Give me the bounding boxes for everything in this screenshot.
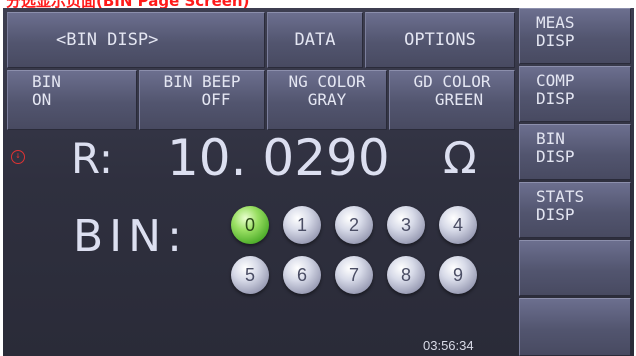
page-title: <BIN DISP> <box>56 30 159 50</box>
sidebar-item-empty-2[interactable] <box>519 298 631 356</box>
trigger-indicator-icon: ↓ <box>11 150 25 164</box>
bin-indicator-2: 2 <box>335 206 373 244</box>
gd-color-label: GD COLOR <box>413 72 491 91</box>
sidebar-item-stats-disp[interactable]: STATS DISP <box>519 182 631 238</box>
ng-color-button[interactable]: NG COLOR GRAY <box>267 70 387 130</box>
sidebar-item-comp-disp[interactable]: COMP DISP <box>519 66 631 122</box>
ng-color-label: NG COLOR <box>288 72 366 91</box>
sidebar-item-bin-disp[interactable]: BIN DISP <box>519 124 631 180</box>
bin-indicator-0: 0 <box>231 206 269 244</box>
unit-label: Ω <box>443 133 477 184</box>
bin-beep-button[interactable]: BIN BEEP OFF <box>139 70 265 130</box>
bin-indicator-7: 7 <box>335 256 373 294</box>
bin-indicator-9: 9 <box>439 256 477 294</box>
bin-indicator-5: 5 <box>231 256 269 294</box>
sidebar-item-sublabel: DISP <box>536 31 575 50</box>
status-time: 03:56:34 <box>423 338 474 353</box>
sidebar-item-sublabel: DISP <box>536 147 575 166</box>
sidebar-item-label: COMP <box>536 71 575 90</box>
bin-toggle-value: ON <box>32 90 52 109</box>
ng-color-value: GRAY <box>307 90 347 109</box>
options-label: OPTIONS <box>404 30 476 50</box>
page-caption: 分选显示页面(BIN Page Screen) <box>6 0 526 8</box>
bin-indicator-1: 1 <box>283 206 321 244</box>
sidebar-item-label: MEAS <box>536 13 575 32</box>
bin-indicator-6: 6 <box>283 256 321 294</box>
sidebar-item-meas-disp[interactable]: MEAS DISP <box>519 8 631 64</box>
data-label: DATA <box>294 30 336 50</box>
gd-color-value: GREEN <box>434 90 484 109</box>
bin-toggle-button[interactable]: BIN ON <box>7 70 137 130</box>
bin-label: BIN: <box>73 211 188 262</box>
param-label: R: <box>71 134 114 183</box>
bin-indicator-8: 8 <box>387 256 425 294</box>
options-button[interactable]: OPTIONS <box>365 12 515 68</box>
page-title-button[interactable]: <BIN DISP> <box>7 12 265 68</box>
sidebar-item-sublabel: DISP <box>536 89 575 108</box>
sidebar-item-sublabel: DISP <box>536 205 575 224</box>
sidebar-item-label: BIN <box>536 129 565 148</box>
bin-indicator-3: 3 <box>387 206 425 244</box>
data-button[interactable]: DATA <box>267 12 363 68</box>
bin-toggle-label: BIN <box>32 72 61 91</box>
gd-color-button[interactable]: GD COLOR GREEN <box>389 70 515 130</box>
instrument-screen: <BIN DISP> DATA OPTIONS BIN ON BIN BEEP … <box>3 8 634 356</box>
sidebar-item-empty-1[interactable] <box>519 240 631 296</box>
bin-beep-label: BIN BEEP <box>163 72 241 91</box>
measured-value: 10. 0290 <box>167 129 390 187</box>
sidebar-item-label: STATS <box>536 187 585 206</box>
bin-beep-value: OFF <box>201 90 231 109</box>
bin-indicator-4: 4 <box>439 206 477 244</box>
